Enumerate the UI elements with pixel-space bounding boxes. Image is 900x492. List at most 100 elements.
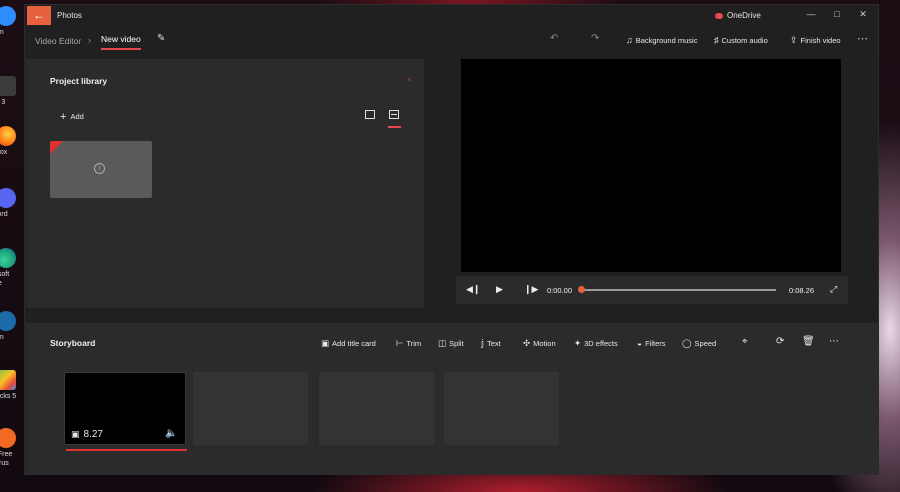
rotate-icon: ⟳ [776,336,785,347]
view-selection-indicator [388,126,401,128]
total-time: 0:08.26 [789,286,815,295]
plus-icon: + [60,111,67,123]
storyboard-clip[interactable]: ▣ 8.27 🔈 [64,372,186,445]
trim-button[interactable]: ⊢ Trim [396,338,421,349]
desktop-icon-label: om [0,29,4,36]
empty-clip-slot[interactable] [444,372,559,445]
motion-label: Motion [533,339,556,348]
video-preview[interactable] [461,59,841,272]
next-frame-button[interactable]: ❙▶ [524,284,538,295]
custom-audio-icon: ♯ [714,35,719,45]
rename-button[interactable]: ✎ [157,33,165,44]
add-media-button[interactable]: + Add [60,111,84,123]
title-card-icon: ▣ [321,338,330,348]
desktop-icons: om al 3 efox cord osoft ge am tacks 5 t … [0,0,22,492]
fullscreen-button[interactable]: ⤢ [830,284,837,295]
undo-button[interactable]: ↶ [550,33,558,44]
empty-clip-slot[interactable] [319,372,434,445]
crop-button[interactable]: ⌖ [742,336,748,347]
add-title-card-button[interactable]: ▣ Add title card [321,338,376,349]
play-button[interactable]: ▶ [496,284,503,295]
ellipsis-icon: ⋯ [857,33,869,45]
collapse-library-button[interactable]: ‹ [408,74,411,84]
breadcrumb-video-editor[interactable]: Video Editor [35,36,81,46]
minimize-button[interactable]: — [801,9,821,19]
project-library-panel: Project library ‹ + Add i [26,59,424,308]
minimize-icon: — [806,9,816,19]
library-media-item[interactable]: i [50,141,152,198]
desktop-icon-avast[interactable]: t Free virus [0,428,22,468]
desktop-icon-discord[interactable]: cord [0,188,22,219]
desktop-icon-label: tacks 5 [0,393,17,400]
delete-button[interactable]: 🗑 [802,336,815,347]
trim-icon: ⊢ [396,338,404,348]
desktop-icon-label: cord [0,211,8,218]
filters-button[interactable]: ◒ Filters [637,338,666,348]
title-bar: ← Photos OneDrive — □ ✕ [25,5,878,27]
desktop-icon-edge[interactable]: osoft ge [0,248,22,288]
onedrive-status[interactable]: OneDrive [715,11,761,20]
desktop-icon-firefox[interactable]: efox [0,126,22,157]
desktop-icon-label: t Free virus [0,451,13,467]
chevron-right-icon: › [88,35,91,45]
trash-icon: 🗑 [802,336,815,347]
3d-effects-icon: ✦ [574,338,582,348]
not-added-marker [50,141,63,154]
speed-button[interactable]: ◯ Speed [682,338,716,349]
clip-duration-value: 8.27 [83,429,103,440]
split-button[interactable]: ◫ Split [438,338,464,349]
clip-duration: ▣ 8.27 [71,429,103,440]
split-label: Split [449,339,464,348]
project-library-title: Project library [50,76,108,86]
export-icon: ⇪ [790,35,798,45]
more-options-button[interactable]: ⋯ [857,32,869,45]
play-icon: ▶ [496,284,503,294]
empty-clip-slot[interactable] [193,372,308,445]
pencil-icon: ✎ [157,33,166,44]
redo-button[interactable]: ↷ [591,33,599,44]
desktop-icon-zoom[interactable]: om [0,6,22,37]
desktop-icon-label: efox [0,149,8,156]
back-button[interactable]: ← [27,6,51,25]
seek-bar-thumb[interactable] [578,286,585,293]
maximize-icon: □ [834,9,840,19]
3d-effects-label: 3D effects [584,339,618,348]
onedrive-icon [715,12,723,19]
clip-volume-button[interactable]: 🔈 [165,428,177,439]
motion-icon: ✣ [523,338,531,348]
maximize-button[interactable]: □ [827,9,847,19]
seek-bar[interactable] [582,289,776,291]
text-button[interactable]: 𝕛 Text [481,338,501,349]
ellipsis-icon: ⋯ [829,336,839,347]
storyboard-panel: Storyboard ▣ Add title card ⊢ Trim ◫ Split … [26,323,879,475]
close-button[interactable]: ✕ [853,9,873,20]
desktop-icon-app[interactable]: al 3 [0,76,22,107]
grid-view-button[interactable] [389,110,399,119]
playback-controls: ◀❙ ▶ ❙▶ 0:00.00 0:08.26 ⤢ [456,276,848,304]
list-view-button[interactable] [365,110,375,119]
previous-frame-button[interactable]: ◀❙ [466,284,480,295]
rotate-button[interactable]: ⟳ [776,336,784,347]
crop-icon: ⌖ [742,336,748,347]
onedrive-label: OneDrive [727,11,761,20]
app-icon [0,76,16,96]
breadcrumb-underline [101,48,141,50]
background-music-button[interactable]: ♫ Background music [626,35,697,45]
close-icon: ✕ [859,9,867,19]
finish-video-label: Finish video [800,36,841,45]
custom-audio-button[interactable]: ♯ Custom audio [714,35,768,45]
motion-button[interactable]: ✣ Motion [523,338,556,349]
clip-selection-bar [66,449,187,451]
speaker-icon: 🔈 [165,428,178,439]
storyboard-more-button[interactable]: ⋯ [829,336,839,347]
desktop-icon-steam[interactable]: am [0,311,22,342]
bluestacks-icon [0,370,16,390]
edge-icon [0,248,16,268]
add-label: Add [70,112,84,121]
chevron-left-icon: ‹ [408,74,411,84]
3d-effects-button[interactable]: ✦ 3D effects [574,338,618,349]
desktop-icon-bluestacks[interactable]: tacks 5 [0,370,22,401]
steam-icon [0,311,16,331]
step-forward-icon: ❙▶ [524,284,539,294]
finish-video-button[interactable]: ⇪ Finish video [790,35,841,46]
